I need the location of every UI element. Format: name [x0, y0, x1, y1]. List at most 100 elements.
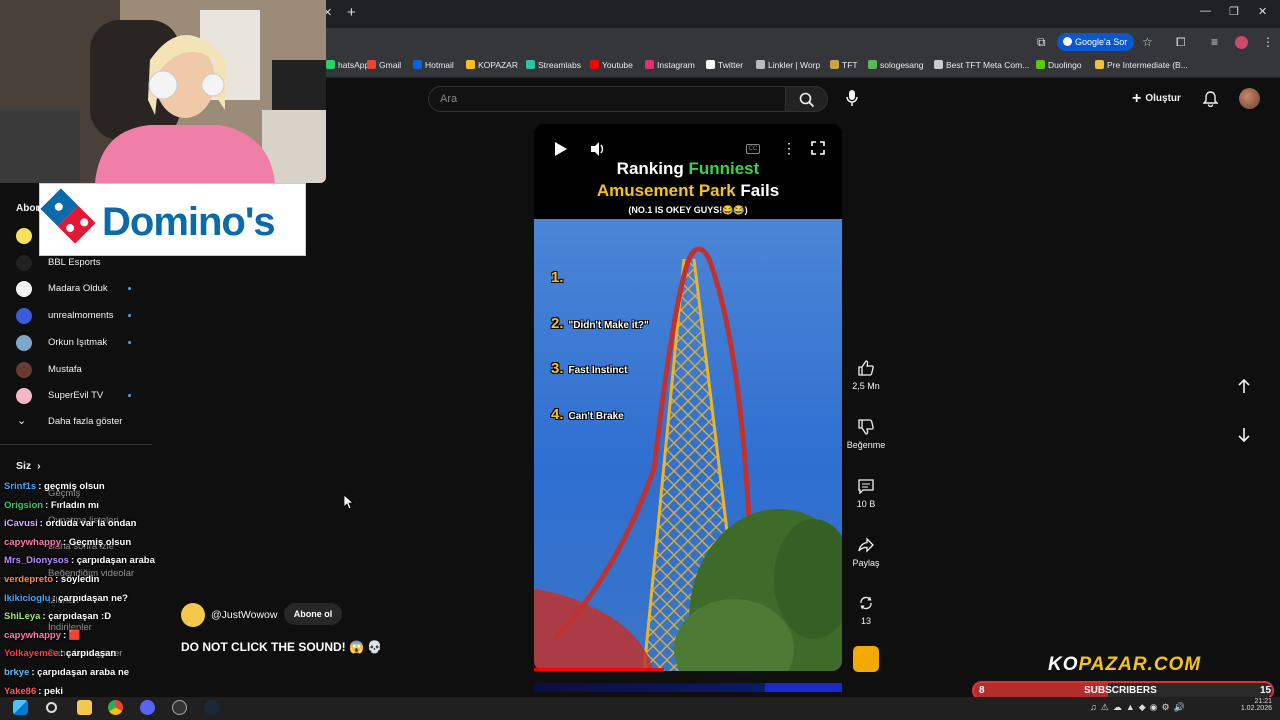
- chat-message: Mrs_Dionysos: çarpıdaşan araba: [4, 555, 155, 566]
- steam-taskbar-icon[interactable]: [204, 700, 219, 715]
- chat-text: : çarpıdaşan ne?: [52, 592, 128, 604]
- webcam-scene: [0, 0, 326, 183]
- new-tab-button[interactable]: +: [347, 4, 356, 21]
- you-section-heading[interactable]: Siz ›: [16, 460, 41, 472]
- ranking-number: 1.: [551, 269, 564, 286]
- video-more-icon[interactable]: ⋮: [782, 140, 796, 157]
- remix-button[interactable]: 13: [846, 595, 886, 626]
- sidebar-subscription-item[interactable]: Orkun Işıtmak: [0, 330, 160, 356]
- chat-message: brkye: çarpıdaşan araba ne: [4, 667, 129, 678]
- bookmark-item[interactable]: Best TFT Meta Com...: [934, 60, 1029, 70]
- chrome-taskbar-icon[interactable]: [108, 700, 123, 715]
- sound-thumbnail[interactable]: [853, 646, 879, 672]
- subscribe-button[interactable]: Abone ol: [284, 603, 342, 625]
- comments-button[interactable]: 10 B: [846, 478, 886, 509]
- taskbar-search-icon[interactable]: [46, 702, 57, 713]
- volume-button[interactable]: [590, 141, 606, 162]
- google-sor-button[interactable]: Google'a Sor: [1057, 33, 1134, 51]
- discord-taskbar-icon[interactable]: [140, 700, 155, 715]
- next-video-button[interactable]: [1236, 427, 1252, 448]
- dislike-label: Beğenme: [846, 440, 886, 450]
- create-label: Oluştur: [1145, 93, 1181, 104]
- notifications-button[interactable]: [1202, 91, 1219, 112]
- remix-count: 13: [860, 616, 871, 626]
- bookmark-label: Best TFT Meta Com...: [946, 60, 1030, 70]
- bookmark-item[interactable]: Duolingo: [1036, 60, 1082, 70]
- reading-list-icon[interactable]: ≡: [1211, 35, 1218, 49]
- channel-name[interactable]: @JustWowow: [211, 609, 277, 621]
- taskbar-clock[interactable]: 21:21 1.02.2026: [1240, 698, 1272, 712]
- bookmark-item[interactable]: Linkler | Worp: [756, 60, 820, 70]
- bookmark-item[interactable]: Instagram: [645, 60, 695, 70]
- clock-time: 21:21: [1254, 698, 1272, 705]
- search-button[interactable]: [786, 86, 828, 112]
- bookmark-item[interactable]: Pre Intermediate (B...: [1095, 60, 1188, 70]
- like-button[interactable]: 2,5 Mn: [846, 360, 886, 391]
- fullscreen-button[interactable]: [811, 141, 825, 160]
- system-tray-icons[interactable]: ♫⚠☁▲◆◉⚙🔊: [1090, 702, 1189, 713]
- ranking-text: Fast Instinct: [568, 365, 628, 376]
- shorts-video-player[interactable]: Ranking Funniest Amusement Park Fails (N…: [534, 124, 842, 671]
- sidebar-subscription-item[interactable]: unrealmoments: [0, 303, 160, 329]
- menu-kebab-icon[interactable]: ⋮: [1262, 35, 1274, 49]
- window-close-icon[interactable]: ✕: [1258, 5, 1267, 18]
- bookmark-item[interactable]: Gmail: [367, 60, 401, 70]
- create-button[interactable]: + Oluştur: [1132, 90, 1181, 108]
- sidebar-subscription-item[interactable]: Madara Olduk: [0, 276, 160, 302]
- bookmark-favicon-icon: [367, 60, 376, 69]
- extensions-icon[interactable]: ⧠: [1176, 35, 1186, 50]
- bookmark-star-icon[interactable]: ☆: [1142, 35, 1153, 49]
- voice-search-button[interactable]: [845, 89, 859, 112]
- video-title-line1: Ranking Funniest: [534, 159, 842, 179]
- bookmark-item[interactable]: Hotmail: [413, 60, 454, 70]
- next-video-strip: [534, 683, 842, 692]
- chat-message: verdepreto: söyledin: [4, 574, 99, 585]
- chat-username: capywhappy: [4, 629, 62, 641]
- bookmark-favicon-icon: [1036, 60, 1045, 69]
- ranking-entry: 2. "Didn't Make it?": [551, 315, 649, 332]
- dislike-button[interactable]: Beğenme: [846, 419, 886, 450]
- bookmark-item[interactable]: sologesang: [868, 60, 923, 70]
- bookmark-favicon-icon: [934, 60, 943, 69]
- google-icon: [1063, 37, 1072, 46]
- ranking-number: 4.: [551, 405, 564, 423]
- channel-avatar[interactable]: [181, 603, 205, 627]
- cast-icon[interactable]: ⧉: [1037, 35, 1046, 50]
- sidebar-subscription-item[interactable]: Mustafa: [0, 357, 160, 383]
- minimize-icon[interactable]: —: [1200, 5, 1211, 17]
- obs-taskbar-icon[interactable]: [172, 700, 187, 715]
- bookmark-favicon-icon: [413, 60, 422, 69]
- bookmark-item[interactable]: Twitter: [706, 60, 743, 70]
- bookmark-item[interactable]: TFT: [830, 60, 858, 70]
- new-content-dot: [128, 287, 131, 291]
- chat-text: : çarpıdaşan :D: [42, 611, 112, 623]
- ranking-entry: 1.: [551, 269, 569, 286]
- comment-icon: [858, 479, 874, 494]
- bookmark-favicon-icon: [1095, 60, 1104, 69]
- captions-icon[interactable]: CC: [746, 144, 760, 154]
- start-icon[interactable]: [13, 700, 28, 715]
- bookmark-favicon-icon: [590, 60, 599, 69]
- chat-username: capywhappy: [4, 536, 62, 548]
- bookmark-item[interactable]: KOPAZAR: [466, 60, 518, 70]
- chat-username: Mrs_Dionysos: [4, 555, 69, 567]
- chat-message: Origsion: Fırladın mı: [4, 500, 99, 511]
- share-button[interactable]: Paylaş: [846, 537, 886, 568]
- play-button[interactable]: [554, 141, 568, 162]
- profile-icon[interactable]: [1235, 36, 1248, 49]
- search-input[interactable]: Ara: [428, 86, 786, 112]
- sidebar-subscription-item[interactable]: SuperEvil TV: [0, 383, 160, 409]
- previous-video-button[interactable]: [1236, 378, 1252, 399]
- show-more-subscriptions[interactable]: ⌄ Daha fazla göster: [0, 409, 160, 435]
- file-explorer-icon[interactable]: [77, 700, 92, 715]
- bookmark-label: Pre Intermediate (B...: [1107, 60, 1188, 70]
- chevron-right-icon: ›: [37, 460, 41, 472]
- bookmark-favicon-icon: [645, 60, 654, 69]
- restore-icon[interactable]: ❐: [1229, 5, 1239, 18]
- bookmark-item[interactable]: hatsApp: [326, 60, 369, 70]
- bookmark-item[interactable]: Youtube: [590, 60, 633, 70]
- channel-avatar-icon: [16, 254, 32, 271]
- account-avatar[interactable]: [1239, 88, 1260, 109]
- video-progress-bar[interactable]: [534, 668, 664, 671]
- bookmark-item[interactable]: Streamlabs: [526, 60, 581, 70]
